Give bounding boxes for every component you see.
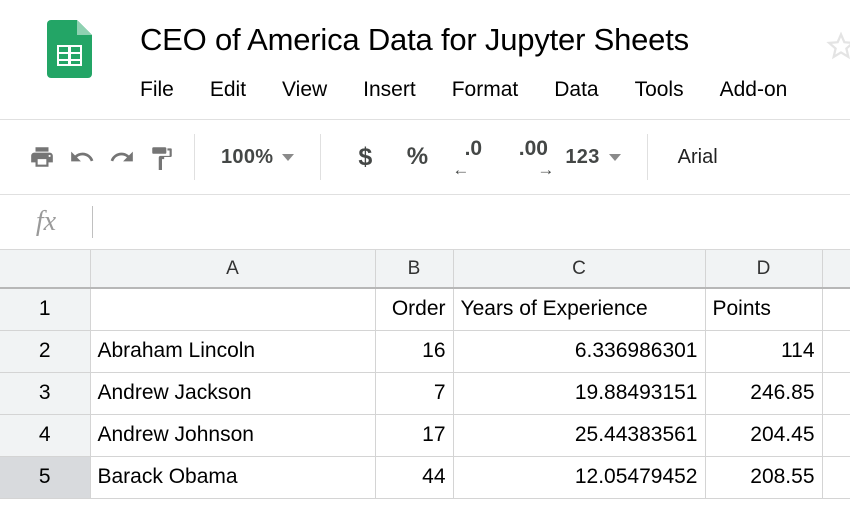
cell-d5[interactable]: 208.55 <box>705 456 822 498</box>
number-format-dropdown[interactable]: 123 <box>565 120 620 194</box>
row-header-4[interactable]: 4 <box>0 414 90 456</box>
app-header: CEO of America Data for Jupyter Sheets F… <box>0 0 850 120</box>
row-header-1[interactable]: 1 <box>0 288 90 330</box>
increase-decimal-label: .00 <box>519 137 548 161</box>
cell-c4[interactable]: 25.44383561 <box>453 414 705 456</box>
row-header-2[interactable]: 2 <box>0 330 90 372</box>
currency-format-button[interactable]: $ <box>345 135 385 179</box>
cell-b4[interactable]: 17 <box>375 414 453 456</box>
cell-c1[interactable]: Years of Experience <box>453 288 705 330</box>
cell-a5[interactable]: Barack Obama <box>90 456 375 498</box>
google-sheets-logo <box>47 20 92 78</box>
formula-input[interactable] <box>93 195 850 249</box>
menu-item-view[interactable]: View <box>282 76 327 104</box>
column-header-e[interactable] <box>822 250 850 288</box>
star-outline-icon[interactable] <box>824 28 850 62</box>
formula-bar: fx <box>0 195 850 250</box>
table-row[interactable]: 5 Barack Obama 44 12.05479452 208.55 <box>0 456 850 498</box>
increase-decimal-button[interactable]: .00 → <box>507 135 559 179</box>
cell-d2[interactable]: 114 <box>705 330 822 372</box>
document-title[interactable]: CEO of America Data for Jupyter Sheets <box>140 18 689 62</box>
toolbar: 100% $ % .0 ← .00 → 123 Arial <box>0 120 850 195</box>
cell-a1[interactable] <box>90 288 375 330</box>
chevron-down-icon[interactable] <box>282 154 294 161</box>
number-format-label[interactable]: 123 <box>565 146 599 169</box>
cell-b1[interactable]: Order <box>375 288 453 330</box>
column-header-row: A B C D <box>0 250 850 288</box>
cell-b3[interactable]: 7 <box>375 372 453 414</box>
undo-icon[interactable] <box>62 135 102 179</box>
cell-e2[interactable] <box>822 330 850 372</box>
fx-icon: fx <box>0 206 92 238</box>
toolbar-group-edit <box>22 120 182 194</box>
select-all-corner[interactable] <box>0 250 90 288</box>
redo-icon[interactable] <box>102 135 142 179</box>
cell-b5[interactable]: 44 <box>375 456 453 498</box>
zoom-value[interactable]: 100% <box>221 146 273 169</box>
arrow-left-icon: ← <box>452 164 469 176</box>
print-icon[interactable] <box>22 135 62 179</box>
menu-item-tools[interactable]: Tools <box>635 76 684 104</box>
menu-item-edit[interactable]: Edit <box>210 76 246 104</box>
cell-e4[interactable] <box>822 414 850 456</box>
table-row[interactable]: 4 Andrew Johnson 17 25.44383561 204.45 <box>0 414 850 456</box>
cell-d3[interactable]: 246.85 <box>705 372 822 414</box>
paint-roller-icon[interactable] <box>142 135 182 179</box>
cell-c3[interactable]: 19.88493151 <box>453 372 705 414</box>
menu-bar: File Edit View Insert Format Data Tools … <box>140 76 787 104</box>
title-block: CEO of America Data for Jupyter Sheets <box>140 18 689 62</box>
toolbar-divider-1 <box>194 134 195 180</box>
menu-item-add-ons[interactable]: Add-on <box>720 76 788 104</box>
row-header-5[interactable]: 5 <box>0 456 90 498</box>
cell-c5[interactable]: 12.05479452 <box>453 456 705 498</box>
cell-d4[interactable]: 204.45 <box>705 414 822 456</box>
currency-label: $ <box>358 143 372 172</box>
cell-e1[interactable] <box>822 288 850 330</box>
cell-b2[interactable]: 16 <box>375 330 453 372</box>
font-family-selector[interactable]: Arial <box>674 146 718 169</box>
column-header-a[interactable]: A <box>90 250 375 288</box>
toolbar-divider-2 <box>320 134 321 180</box>
toolbar-divider-3 <box>647 134 648 180</box>
table-row[interactable]: 1 Order Years of Experience Points <box>0 288 850 330</box>
chevron-down-icon[interactable] <box>609 154 621 161</box>
decrease-decimal-label: .0 <box>465 137 483 161</box>
zoom-control[interactable]: 100% <box>221 120 294 194</box>
table-row[interactable]: 2 Abraham Lincoln 16 6.336986301 114 <box>0 330 850 372</box>
percent-format-button[interactable]: % <box>397 135 437 179</box>
percent-label: % <box>407 143 428 171</box>
cell-a2[interactable]: Abraham Lincoln <box>90 330 375 372</box>
arrow-right-icon: → <box>537 164 554 176</box>
cell-a3[interactable]: Andrew Jackson <box>90 372 375 414</box>
column-header-b[interactable]: B <box>375 250 453 288</box>
spreadsheet-grid[interactable]: A B C D 1 Order Years of Experience Poin… <box>0 250 850 510</box>
cell-a4[interactable]: Andrew Johnson <box>90 414 375 456</box>
cell-e5[interactable] <box>822 456 850 498</box>
toolbar-group-format: $ % .0 ← .00 → 123 <box>345 120 620 194</box>
table-row[interactable]: 3 Andrew Jackson 7 19.88493151 246.85 <box>0 372 850 414</box>
menu-item-insert[interactable]: Insert <box>363 76 416 104</box>
column-header-c[interactable]: C <box>453 250 705 288</box>
row-header-3[interactable]: 3 <box>0 372 90 414</box>
menu-item-format[interactable]: Format <box>452 76 519 104</box>
cell-c2[interactable]: 6.336986301 <box>453 330 705 372</box>
menu-item-file[interactable]: File <box>140 76 174 104</box>
column-header-d[interactable]: D <box>705 250 822 288</box>
decrease-decimal-button[interactable]: .0 ← <box>447 135 499 179</box>
menu-item-data[interactable]: Data <box>554 76 598 104</box>
cell-e3[interactable] <box>822 372 850 414</box>
cell-d1[interactable]: Points <box>705 288 822 330</box>
